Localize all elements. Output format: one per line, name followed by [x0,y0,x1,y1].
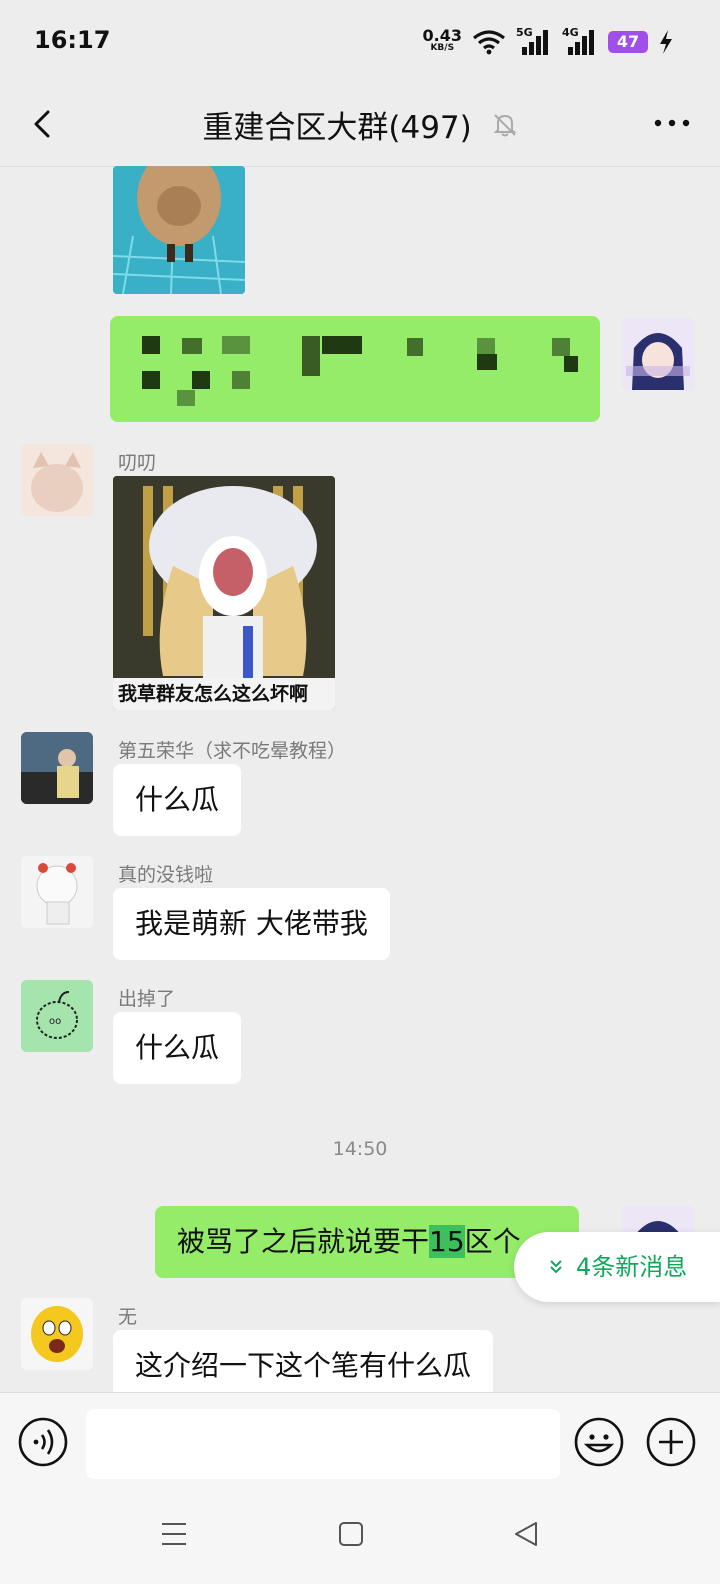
home-square-icon[interactable] [337,1520,365,1548]
sticker-caption: 我草群友怎么这么坏啊 [113,678,335,710]
sender-name: 第五荣华（求不吃晕教程） [118,740,347,762]
sender-name: 无 [118,1306,138,1328]
signal-5g-icon: 5G [516,26,552,56]
plus-icon[interactable] [644,1415,698,1469]
status-time: 16:17 [34,26,111,54]
anime-sticker-image [113,476,335,678]
emoji-icon[interactable] [572,1415,626,1469]
back-triangle-icon[interactable] [512,1520,540,1548]
anime-avatar-image [622,318,694,390]
network-speed: 0.43 KB/S [422,26,462,54]
chat-title-container: 重建合区大群(497) [0,102,720,147]
yellow-emoji-avatar-image [21,1298,93,1370]
message-bubble[interactable]: 什么瓜 [113,764,242,836]
chat-message-list[interactable]: 叨叨 我草群友怎么这么坏啊 第五荣华（求不吃晕教程） 什么瓜 真的没钱啦 我是萌… [0,166,720,1392]
sender-avatar[interactable] [21,444,93,516]
battery-indicator: 47 [608,31,648,53]
white-hair-girl-avatar-image [21,856,93,928]
pixelated-text [142,336,578,406]
message-bubble[interactable]: 什么瓜 [113,1012,242,1084]
menu-icon[interactable] [160,1520,188,1548]
system-navigation-bar [0,1490,720,1584]
sender-name: 真的没钱啦 [118,864,214,886]
sender-avatar[interactable] [21,1298,93,1370]
image-message[interactable] [113,166,245,294]
cat-girl-avatar-image [21,444,93,516]
svg-text:oo: oo [49,1016,61,1027]
person-photo-avatar-image [21,732,93,804]
capybara-photo [113,166,245,294]
status-icons: 0.43 KB/S 5G 4G 47 [423,26,674,58]
sender-avatar[interactable]: oo [21,980,93,1052]
voice-icon[interactable] [16,1415,70,1469]
double-chevron-down-icon [550,1260,562,1274]
highlighted-text: 15 [429,1225,465,1258]
sender-name: 叨叨 [118,452,157,474]
message-timestamp: 14:50 [332,1138,388,1160]
new-messages-badge[interactable]: 4条新消息 [514,1232,720,1302]
charging-icon [660,30,672,54]
message-bubble[interactable]: 这介绍一下这个笔有什么瓜 [113,1330,494,1392]
chat-header: 重建合区大群(497) [0,84,720,167]
sticker-message[interactable]: 我草群友怎么这么坏啊 [113,476,335,710]
new-messages-label: 4条新消息 [576,1253,688,1281]
bell-off-icon [493,113,517,136]
status-bar: 16:17 0.43 KB/S 5G 4G 47 [0,0,720,84]
message-input-bar [0,1392,720,1491]
message-input-field[interactable] [86,1409,560,1479]
wifi-icon [473,30,505,55]
apple-doodle-avatar-image: oo [21,980,93,1052]
chat-title[interactable]: 重建合区大群(497) [202,110,471,146]
my-message-bubble-pixelated[interactable] [110,316,600,422]
sender-avatar[interactable] [21,732,93,804]
my-avatar[interactable] [622,318,694,390]
sender-name: 出掉了 [118,988,176,1010]
ellipsis-icon[interactable] [650,108,694,138]
message-bubble[interactable]: 我是萌新 大佬带我 [113,888,390,960]
signal-4g-icon: 4G [562,26,598,56]
sender-avatar[interactable] [21,856,93,928]
